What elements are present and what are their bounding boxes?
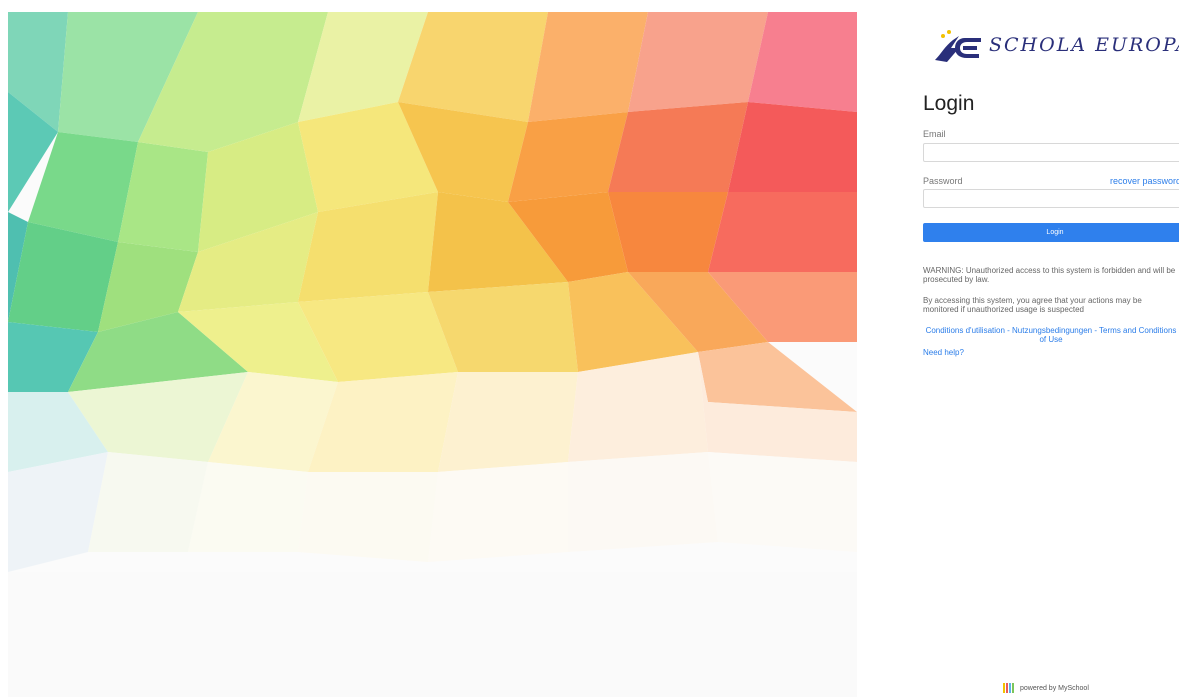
- schola-europaea-logo: SCHOLA EUROPAEA: [929, 26, 1179, 70]
- powered-by-footer: powered by MySchool: [1003, 683, 1089, 693]
- warning-text: WARNING: Unauthorized access to this sys…: [923, 266, 1176, 284]
- email-label: Email: [923, 129, 946, 139]
- login-button[interactable]: Login: [923, 223, 1179, 242]
- logo-text: SCHOLA EUROPAEA: [989, 34, 1179, 56]
- myschool-logo-icon: [1003, 683, 1014, 693]
- password-label: Password: [923, 176, 963, 186]
- need-help-link[interactable]: Need help?: [923, 348, 964, 357]
- monitoring-notice: By accessing this system, you agree that…: [923, 296, 1142, 314]
- terms-of-use-link[interactable]: Conditions d'utilisation - Nutzungsbedin…: [923, 326, 1179, 344]
- logo-mark-icon: [935, 30, 981, 62]
- password-field[interactable]: [923, 189, 1179, 208]
- decorative-background: [8, 12, 857, 697]
- login-panel: SCHOLA EUROPAEA Login Email Password rec…: [923, 0, 1179, 697]
- recover-password-link[interactable]: recover password: [1110, 176, 1179, 186]
- email-field[interactable]: [923, 143, 1179, 162]
- page-title: Login: [923, 92, 975, 115]
- low-poly-background-art: [8, 12, 857, 697]
- powered-by-text: powered by MySchool: [1020, 684, 1089, 692]
